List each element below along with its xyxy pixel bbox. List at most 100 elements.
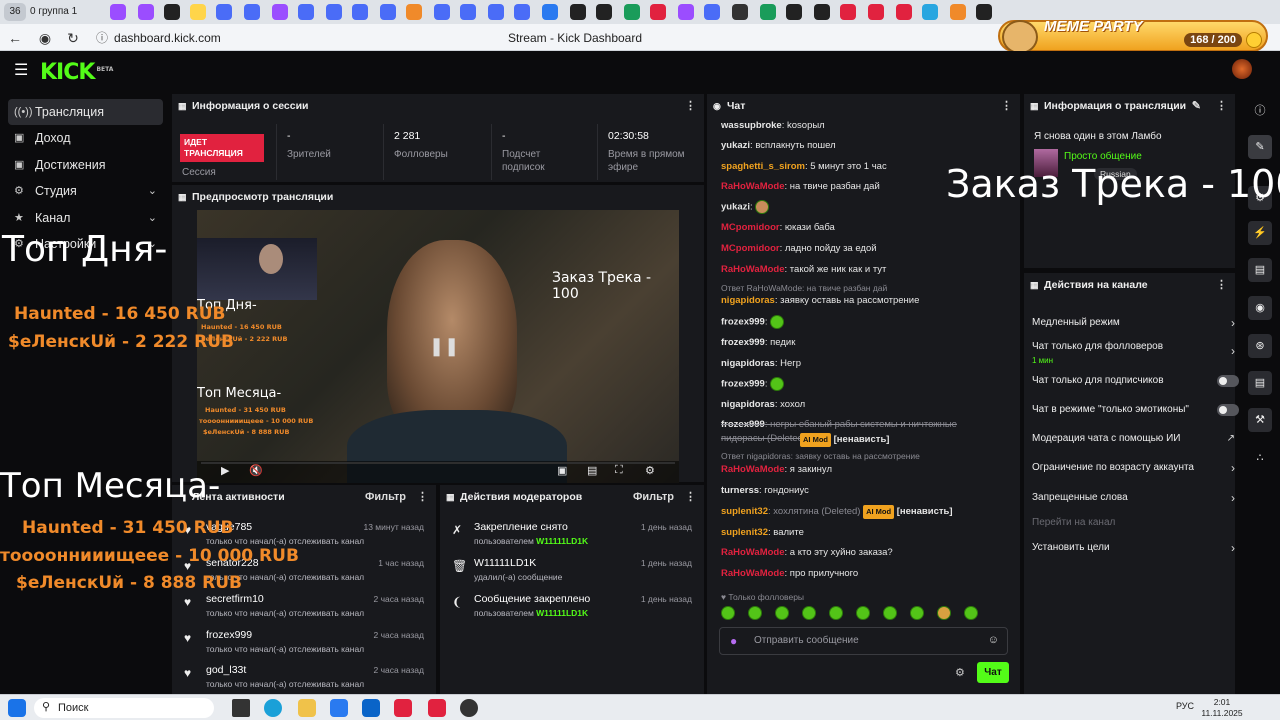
- sidebar-item-broadcast[interactable]: ((•)) Трансляция: [8, 99, 163, 125]
- mod-username[interactable]: W11111LD1K: [536, 536, 588, 546]
- browser-tab-icon[interactable]: [596, 4, 612, 20]
- mute-icon[interactable]: 🔇: [249, 464, 263, 477]
- mic-icon[interactable]: ●: [730, 634, 737, 648]
- task-view-icon[interactable]: [232, 699, 250, 717]
- gear-icon[interactable]: ⚙: [955, 666, 965, 679]
- emote-icon[interactable]: [748, 606, 762, 620]
- chat-message[interactable]: RaHoWaMode: такой же ник как и тут: [721, 263, 1011, 277]
- browser-tab-icon[interactable]: [922, 4, 938, 20]
- toggle-switch[interactable]: [1217, 375, 1239, 387]
- chat-bubble-icon[interactable]: ◉: [1248, 296, 1272, 320]
- chat-username[interactable]: nigapidoras: [721, 295, 775, 306]
- browser-tab-icon[interactable]: [216, 4, 232, 20]
- yandex-browser-icon[interactable]: [394, 699, 412, 717]
- drag-handle-icon[interactable]: ▦: [446, 485, 455, 509]
- edit-icon[interactable]: ✎: [1192, 94, 1201, 118]
- mod-username[interactable]: W11111LD1K: [536, 608, 588, 618]
- browser-tab-icon[interactable]: [298, 4, 314, 20]
- more-icon[interactable]: ⋮: [1216, 273, 1227, 297]
- browser-tab-icon[interactable]: [138, 4, 154, 20]
- chat-message[interactable]: yukazi: всплакнуть пошел: [721, 139, 1011, 153]
- ai-moderation-setting[interactable]: Модерация чата с помощью ИИ ↗: [1032, 432, 1235, 456]
- chat-username[interactable]: RaHoWaMode: [721, 181, 785, 192]
- browser-tab-icon[interactable]: [460, 4, 476, 20]
- go-to-channel-link[interactable]: Перейти на канал: [1032, 516, 1227, 540]
- browser-tab-icon[interactable]: [732, 4, 748, 20]
- browser-tab-icon[interactable]: [814, 4, 830, 20]
- chat-message[interactable]: suplenit32: валите: [721, 526, 1011, 540]
- user-avatar[interactable]: [1232, 59, 1252, 79]
- chat-message[interactable]: MCpomidoor: ладно пойду за едой: [721, 242, 1011, 256]
- browser-tab-icon[interactable]: [786, 4, 802, 20]
- browser-tab-icon[interactable]: [868, 4, 884, 20]
- taskbar-search[interactable]: Поиск: [34, 698, 214, 718]
- chat-message[interactable]: frozex999:: [721, 315, 1011, 330]
- sidebar-item-studio[interactable]: ⚙ Студия ⌄: [8, 178, 163, 204]
- language-indicator[interactable]: РУС: [1176, 701, 1200, 711]
- send-chat-button[interactable]: Чат: [977, 662, 1009, 683]
- browser-tab-icon[interactable]: [244, 4, 260, 20]
- browser-tab-icon[interactable]: [272, 4, 288, 20]
- chat-message[interactable]: suplenit32: хохлятина (Deleted) AI Mod […: [721, 505, 1011, 519]
- chat-username[interactable]: suplenit32: [721, 506, 768, 517]
- username[interactable]: god_l33t: [206, 664, 246, 676]
- chat-username[interactable]: yukazi: [721, 140, 750, 151]
- emote-icon[interactable]: [775, 606, 789, 620]
- tab-count-badge[interactable]: 36: [4, 3, 26, 21]
- chat-username[interactable]: RaHoWaMode: [721, 547, 785, 558]
- browser-tab-icon[interactable]: [896, 4, 912, 20]
- system-clock[interactable]: 2:01 11.11.2025: [1200, 697, 1244, 719]
- pip-icon[interactable]: ▣: [557, 464, 567, 477]
- more-icon[interactable]: ⋮: [685, 485, 696, 509]
- browser-tab-icon[interactable]: [352, 4, 368, 20]
- edit-icon[interactable]: ✎: [1248, 135, 1272, 159]
- folder-icon[interactable]: [298, 699, 316, 717]
- browser-tab-icon[interactable]: [950, 4, 966, 20]
- video-player[interactable]: Заказ Трека - 100 Топ Дня- Haunted - 16 …: [197, 210, 679, 483]
- emote-only-setting[interactable]: Чат в режиме "только эмотиконы": [1032, 403, 1239, 427]
- browser-tab-icon[interactable]: [380, 4, 396, 20]
- browser-tab-icon[interactable]: [976, 4, 992, 20]
- sidebar-item-channel[interactable]: ★ Канал ⌄: [8, 205, 163, 231]
- emote-icon[interactable]: [856, 606, 870, 620]
- username[interactable]: frozex999: [206, 629, 252, 641]
- chat-input[interactable]: ● Отправить сообщение ☺: [719, 627, 1008, 655]
- chat-username[interactable]: nigapidoras: [721, 358, 775, 369]
- chat-username[interactable]: frozex999: [721, 317, 765, 328]
- yandex-icon[interactable]: [428, 699, 446, 717]
- browser-tab-icon[interactable]: [760, 4, 776, 20]
- site-info-icon[interactable]: ⓘ: [96, 31, 108, 45]
- clipboard-icon[interactable]: ▤: [1248, 258, 1272, 282]
- more-icon[interactable]: ⋮: [685, 94, 696, 118]
- chat-username[interactable]: yukazi: [721, 202, 750, 213]
- emote-icon[interactable]: [721, 606, 735, 620]
- browser-tab-icon[interactable]: [650, 4, 666, 20]
- chat-username[interactable]: RaHoWaMode: [721, 464, 785, 475]
- subs-only-setting[interactable]: Чат только для подписчиков: [1032, 374, 1239, 398]
- chat-message[interactable]: nigapidoras: хохол: [721, 398, 1011, 412]
- gear-icon[interactable]: ⚙: [645, 464, 655, 477]
- theater-icon[interactable]: ▤: [587, 464, 597, 477]
- browser-tab-icon[interactable]: [190, 4, 206, 20]
- chat-username[interactable]: frozex999: [721, 379, 765, 390]
- filter-button[interactable]: Фильтр: [633, 485, 674, 509]
- browser-tab-icon[interactable]: [704, 4, 720, 20]
- browser-tab-icon[interactable]: [678, 4, 694, 20]
- account-age-setting[interactable]: Ограничение по возрасту аккаунта ›: [1032, 461, 1235, 485]
- fullscreen-icon[interactable]: ⛶: [615, 464, 623, 477]
- browser-tab-icon[interactable]: [840, 4, 856, 20]
- drag-handle-icon[interactable]: ▦: [178, 185, 187, 209]
- browser-tab-icon[interactable]: [326, 4, 342, 20]
- play-icon[interactable]: ▶: [221, 464, 229, 477]
- broadcast-icon[interactable]: ⊛: [1248, 334, 1272, 358]
- url-field[interactable]: ⓘ dashboard.kick.com: [96, 29, 296, 47]
- chat-message[interactable]: RaHoWaMode: про прилучного: [721, 567, 1011, 581]
- chat-username[interactable]: MCpomidoor: [721, 243, 780, 254]
- chat-message[interactable]: frozex999: педик: [721, 336, 1011, 350]
- storage-icon[interactable]: ▤: [1248, 371, 1272, 395]
- more-icon[interactable]: ⋮: [417, 485, 428, 509]
- chat-username[interactable]: frozex999: [721, 337, 765, 348]
- more-icon[interactable]: ⋮: [1216, 94, 1227, 118]
- chat-message[interactable]: nigapidoras: Негр: [721, 357, 1011, 371]
- browser-tab-icon[interactable]: [488, 4, 504, 20]
